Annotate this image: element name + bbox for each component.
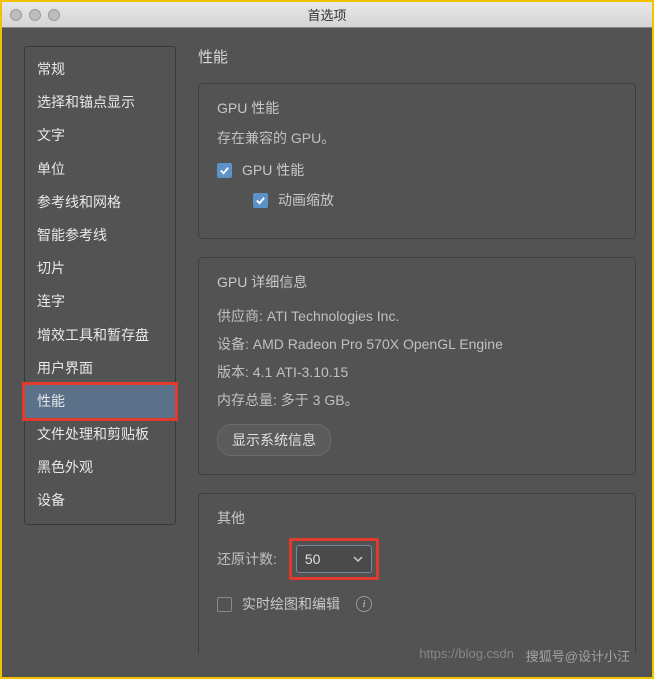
- other-panel: 其他 还原计数: 50 实时绘图和编辑 i: [198, 493, 636, 654]
- watermark-url: https://blog.csdn: [419, 646, 514, 661]
- sidebar-item-units[interactable]: 单位: [25, 153, 175, 186]
- show-system-info-button[interactable]: 显示系统信息: [217, 424, 331, 456]
- sidebar-item-plugins[interactable]: 增效工具和暂存盘: [25, 319, 175, 352]
- vendor-label: 供应商:: [217, 308, 263, 324]
- realtime-draw-label: 实时绘图和编辑: [242, 594, 340, 614]
- close-icon[interactable]: [10, 9, 22, 21]
- watermark-text: 搜狐号@设计小汪: [526, 646, 630, 665]
- sidebar-item-selection[interactable]: 选择和锚点显示: [25, 86, 175, 119]
- undo-count-value: 50: [305, 551, 321, 567]
- gpu-details-title: GPU 详细信息: [217, 272, 617, 292]
- maximize-icon[interactable]: [48, 9, 60, 21]
- sidebar-item-ui[interactable]: 用户界面: [25, 352, 175, 385]
- sidebar: 常规 选择和锚点显示 文字 单位 参考线和网格 智能参考线 切片 连字 增效工具…: [24, 46, 176, 525]
- window-title: 首选项: [307, 5, 346, 24]
- sidebar-item-guides[interactable]: 参考线和网格: [25, 186, 175, 219]
- sidebar-item-hyphenation[interactable]: 连字: [25, 285, 175, 318]
- sidebar-item-black-appearance[interactable]: 黑色外观: [25, 451, 175, 484]
- gpu-panel-title: GPU 性能: [217, 98, 617, 118]
- page-title: 性能: [198, 46, 652, 67]
- chevron-down-icon: [353, 554, 363, 564]
- gpu-performance-panel: GPU 性能 存在兼容的 GPU。 GPU 性能 动画缩放: [198, 83, 636, 239]
- undo-count-label: 还原计数:: [217, 549, 277, 569]
- sidebar-item-slices[interactable]: 切片: [25, 252, 175, 285]
- sidebar-item-file-handling[interactable]: 文件处理和剪贴板: [25, 418, 175, 451]
- other-panel-title: 其他: [217, 508, 617, 528]
- titlebar: 首选项: [2, 2, 652, 28]
- vendor-value: ATI Technologies Inc.: [267, 308, 400, 324]
- info-icon[interactable]: i: [356, 596, 372, 612]
- device-label: 设备:: [217, 336, 249, 352]
- animated-zoom-checkbox[interactable]: [253, 193, 268, 208]
- sidebar-item-smart-guides[interactable]: 智能参考线: [25, 219, 175, 252]
- window-controls[interactable]: [10, 9, 60, 21]
- device-value: AMD Radeon Pro 570X OpenGL Engine: [253, 336, 503, 352]
- sidebar-item-general[interactable]: 常规: [25, 53, 175, 86]
- memory-label: 内存总量:: [217, 392, 277, 408]
- undo-count-select[interactable]: 50: [296, 545, 372, 573]
- version-value: 4.1 ATI-3.10.15: [253, 364, 348, 380]
- sidebar-item-performance[interactable]: 性能: [25, 385, 175, 418]
- animated-zoom-label: 动画缩放: [278, 190, 334, 210]
- minimize-icon[interactable]: [29, 9, 41, 21]
- gpu-details-panel: GPU 详细信息 供应商: ATI Technologies Inc. 设备: …: [198, 257, 636, 475]
- memory-value: 多于 3 GB。: [281, 392, 359, 408]
- realtime-draw-checkbox[interactable]: [217, 597, 232, 612]
- gpu-performance-label: GPU 性能: [242, 160, 304, 180]
- gpu-performance-checkbox[interactable]: [217, 163, 232, 178]
- gpu-status-text: 存在兼容的 GPU。: [217, 128, 617, 148]
- version-label: 版本:: [217, 364, 249, 380]
- sidebar-item-type[interactable]: 文字: [25, 119, 175, 152]
- sidebar-item-devices[interactable]: 设备: [25, 484, 175, 517]
